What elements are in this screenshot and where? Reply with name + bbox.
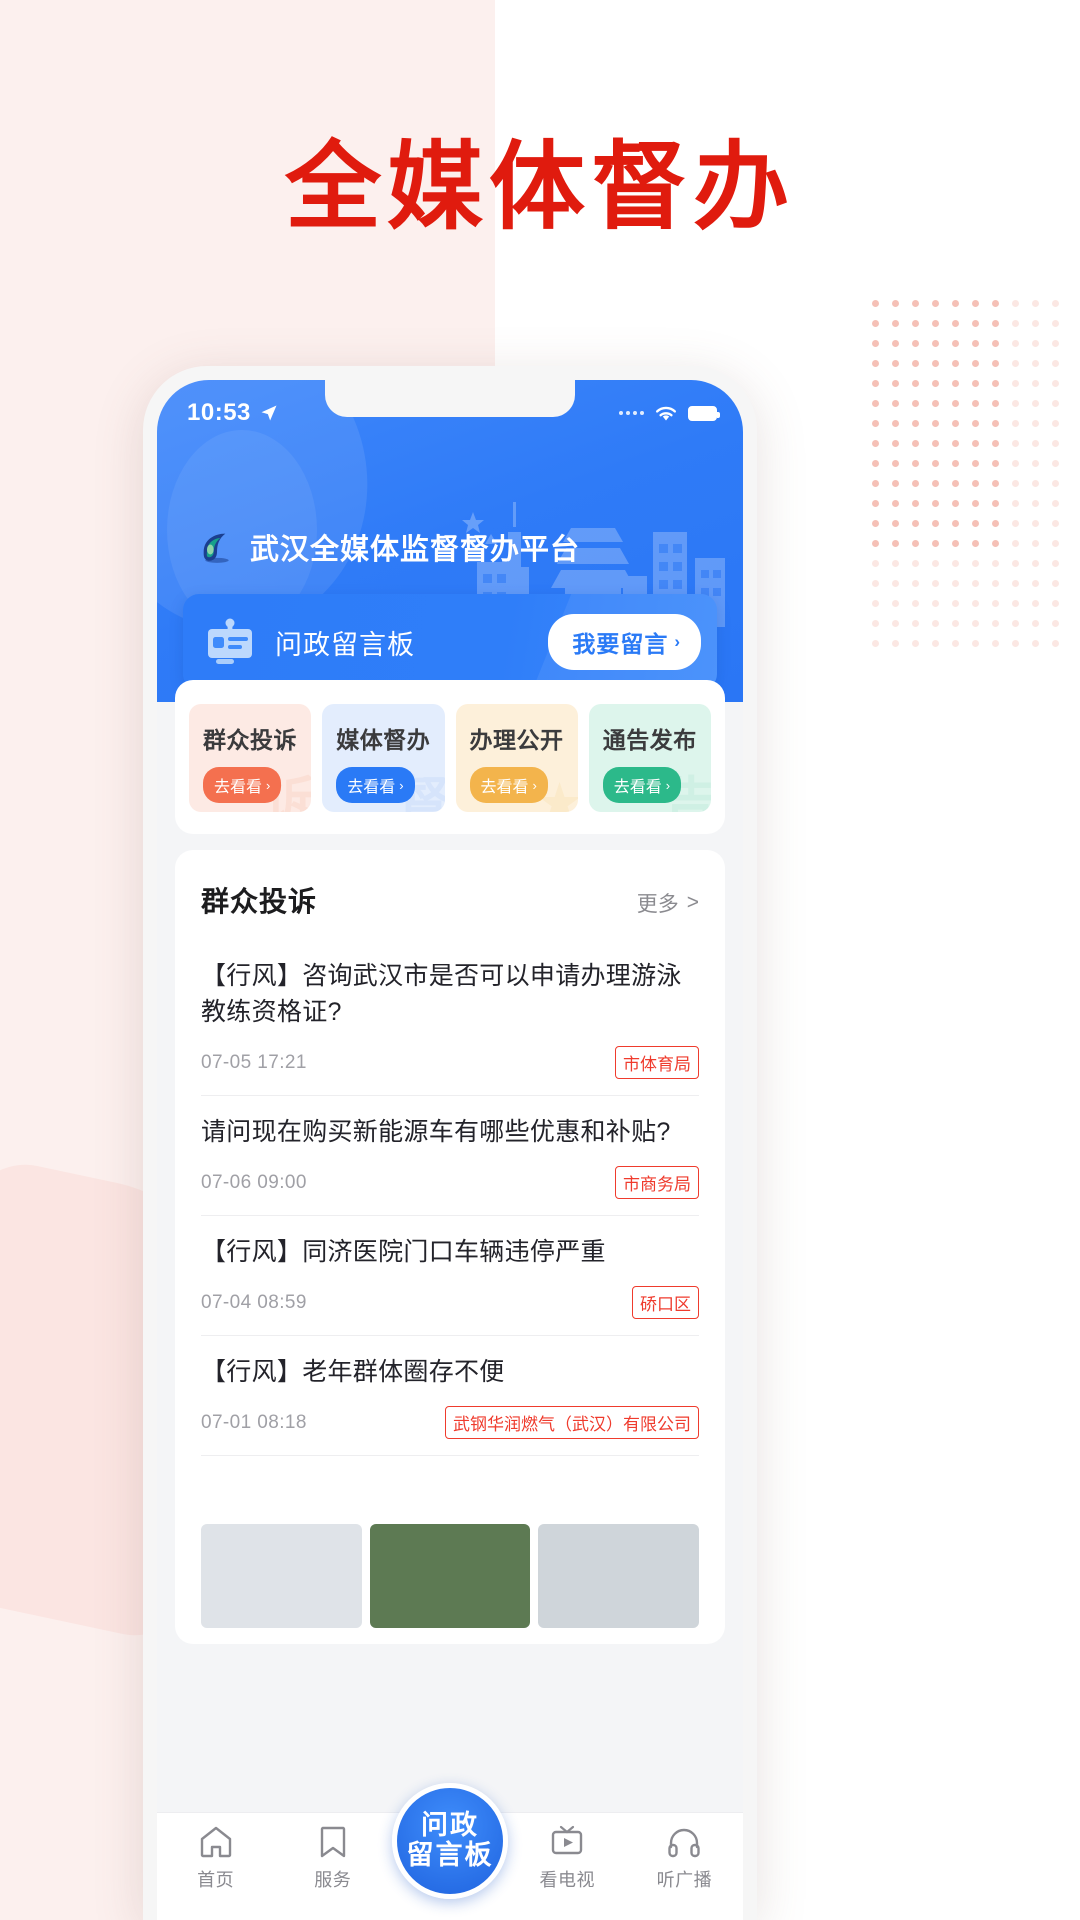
complaint-list-more-link[interactable]: 更多 > bbox=[637, 888, 699, 918]
quick-card-button[interactable]: 去看看 › bbox=[469, 767, 548, 803]
complaint-title: 请问现在购买新能源车有哪些优惠和补贴? bbox=[201, 1118, 671, 1146]
post-message-button[interactable]: 我要留言 › bbox=[548, 614, 701, 670]
complaint-list-card: 群众投诉 更多 > 【行风】咨询武汉市是否可以申请办理游泳教练资格证? 07-05… bbox=[175, 850, 725, 1644]
complaint-title: 【行风】同济医院门口车辆违停严重 bbox=[201, 1238, 606, 1266]
complaint-date: 07-05 17:21 bbox=[201, 1051, 307, 1073]
poster-decor-dot-grid bbox=[872, 300, 1072, 660]
tv-play-icon bbox=[552, 1825, 583, 1855]
quick-card-title: 媒体督办 bbox=[336, 727, 431, 753]
message-board-title: 问政留言板 bbox=[275, 629, 415, 660]
chevron-right-icon: › bbox=[532, 777, 537, 793]
complaint-date: 07-06 09:00 bbox=[201, 1171, 307, 1193]
quick-card-button-label: 去看看 bbox=[480, 779, 529, 796]
quick-card-button[interactable]: 去看看 › bbox=[602, 767, 682, 803]
quick-card-button[interactable]: 去看看 › bbox=[336, 767, 415, 803]
tab-服务[interactable]: 服务 bbox=[274, 1825, 391, 1892]
quick-card-4[interactable]: 通告发布 去看看 › 告 bbox=[588, 704, 711, 812]
complaint-thumbnails bbox=[201, 1524, 700, 1628]
complaint-list-item[interactable]: 【行风】咨询武汉市是否可以申请办理游泳教练资格证? 07-05 17:21 市体育局 bbox=[201, 940, 699, 1096]
complaint-date: 07-01 08:18 bbox=[201, 1411, 307, 1433]
bottom-tab-bar: 首页 服务 问政 留言板看电视 听广播 bbox=[157, 1783, 743, 1920]
more-label: 更多 bbox=[636, 893, 679, 916]
poster-title: 全媒体督办 bbox=[285, 134, 795, 241]
quick-card-title: 群众投诉 bbox=[203, 727, 297, 753]
tab-看电视[interactable]: 看电视 bbox=[509, 1825, 626, 1892]
quick-category-card: 群众投诉 去看看 › 诉媒体督办 去看看 › 督办理公开 去看看 › ★ 通告发布 去看看 › 告 bbox=[175, 680, 725, 834]
post-message-button-label: 我要留言 bbox=[572, 631, 669, 657]
quick-card-1[interactable]: 群众投诉 去看看 › 诉 bbox=[189, 704, 312, 812]
wifi-icon bbox=[656, 406, 676, 420]
quick-card-button-label: 去看看 bbox=[347, 779, 396, 796]
home-icon bbox=[200, 1826, 231, 1858]
wuhan-wave-logo-icon bbox=[203, 533, 229, 563]
complaint-list-item-partial[interactable] bbox=[201, 1456, 700, 1644]
chevron-right-icon: › bbox=[674, 632, 681, 651]
thumbnail bbox=[201, 1524, 362, 1628]
chevron-right-icon: › bbox=[399, 777, 404, 793]
quick-card-3[interactable]: 办理公开 去看看 › ★ bbox=[455, 704, 578, 812]
tab-听广播[interactable]: 听广播 bbox=[626, 1825, 743, 1892]
complaint-title bbox=[201, 1474, 699, 1510]
message-board-banner[interactable]: 问政留言板 我要留言 › bbox=[183, 594, 717, 690]
complaint-title: 【行风】老年群体圈存不便 bbox=[201, 1358, 505, 1386]
complaint-list-title: 群众投诉 bbox=[201, 886, 318, 917]
phone-screen: 10:53 武汉全媒体监督督办平台 问政留言板 我要留言 › 群众投诉 去看看 … bbox=[157, 380, 743, 1920]
chevron-right-icon: › bbox=[665, 777, 671, 793]
complaint-list: 【行风】咨询武汉市是否可以申请办理游泳教练资格证? 07-05 17:21 市体育局… bbox=[201, 940, 700, 1644]
complaint-meta: 07-06 09:00 市商务局 bbox=[201, 1166, 699, 1199]
quick-card-button[interactable]: 去看看 › bbox=[203, 767, 282, 803]
complaint-department-badge: 硚口区 bbox=[632, 1286, 699, 1319]
quick-card-button-label: 去看看 bbox=[613, 779, 662, 796]
tab-label: 听广播 bbox=[656, 1870, 713, 1890]
quick-card-2[interactable]: 媒体督办 去看看 › 督 bbox=[322, 704, 445, 812]
tab-label: 看电视 bbox=[539, 1870, 595, 1890]
complaint-meta: 07-01 08:18 武钢华润燃气（武汉）有限公司 bbox=[201, 1406, 699, 1439]
phone-mockup: 10:53 武汉全媒体监督督办平台 问政留言板 我要留言 › 群众投诉 去看看 … bbox=[143, 366, 757, 1920]
complaint-meta: 07-04 08:59 硚口区 bbox=[201, 1286, 699, 1319]
status-bar-left: 10:53 bbox=[187, 399, 278, 427]
center-badge-line2: 留言板 bbox=[406, 1839, 494, 1870]
signal-dots-icon bbox=[619, 411, 644, 415]
complaint-list-header: 群众投诉 更多 > bbox=[201, 880, 699, 940]
complaint-date: 07-04 08:59 bbox=[201, 1291, 307, 1313]
complaint-list-item[interactable]: 【行风】同济医院门口车辆违停严重 07-04 08:59 硚口区 bbox=[201, 1216, 699, 1336]
status-bar-right bbox=[619, 404, 720, 423]
complaint-list-item[interactable]: 请问现在购买新能源车有哪些优惠和补贴? 07-06 09:00 市商务局 bbox=[201, 1096, 699, 1216]
headphones-icon bbox=[668, 1828, 701, 1858]
complaint-department-badge: 市商务局 bbox=[615, 1166, 699, 1199]
quick-card-button-label: 去看看 bbox=[214, 779, 263, 796]
thumbnail bbox=[369, 1524, 531, 1628]
quick-card-title: 通告发布 bbox=[602, 727, 697, 753]
status-bar-time: 10:53 bbox=[187, 399, 251, 426]
thumbnail bbox=[538, 1524, 700, 1628]
app-brand-row: 武汉全媒体监督督办平台 bbox=[157, 438, 743, 568]
complaint-department-badge: 武钢华润燃气（武汉）有限公司 bbox=[445, 1406, 699, 1439]
complaint-list-item[interactable]: 【行风】老年群体圈存不便 07-01 08:18 武钢华润燃气（武汉）有限公司 bbox=[201, 1336, 699, 1456]
location-arrow-icon bbox=[261, 405, 277, 421]
message-board-icon bbox=[208, 618, 252, 664]
phone-notch bbox=[325, 380, 575, 417]
app-header: 10:53 武汉全媒体监督督办平台 问政留言板 我要留言 › bbox=[157, 380, 743, 702]
complaint-meta: 07-05 17:21 市体育局 bbox=[201, 1046, 699, 1079]
message-board-badge-icon[interactable]: 问政 留言板 bbox=[392, 1783, 508, 1899]
tab-label: 首页 bbox=[197, 1870, 235, 1890]
tab-label: 服务 bbox=[314, 1870, 352, 1890]
complaint-title: 【行风】咨询武汉市是否可以申请办理游泳教练资格证? bbox=[201, 962, 682, 1026]
complaint-department-badge: 市体育局 bbox=[615, 1046, 699, 1079]
app-brand-title: 武汉全媒体监督督办平台 bbox=[250, 534, 581, 566]
battery-icon bbox=[688, 405, 720, 421]
center-badge-line1: 问政 bbox=[421, 1810, 479, 1841]
tab-首页[interactable]: 首页 bbox=[157, 1825, 274, 1892]
bookmark-icon bbox=[320, 1826, 345, 1858]
chevron-right-icon: › bbox=[266, 777, 271, 793]
quick-card-title: 办理公开 bbox=[469, 727, 564, 753]
chevron-right-icon: > bbox=[686, 891, 699, 914]
